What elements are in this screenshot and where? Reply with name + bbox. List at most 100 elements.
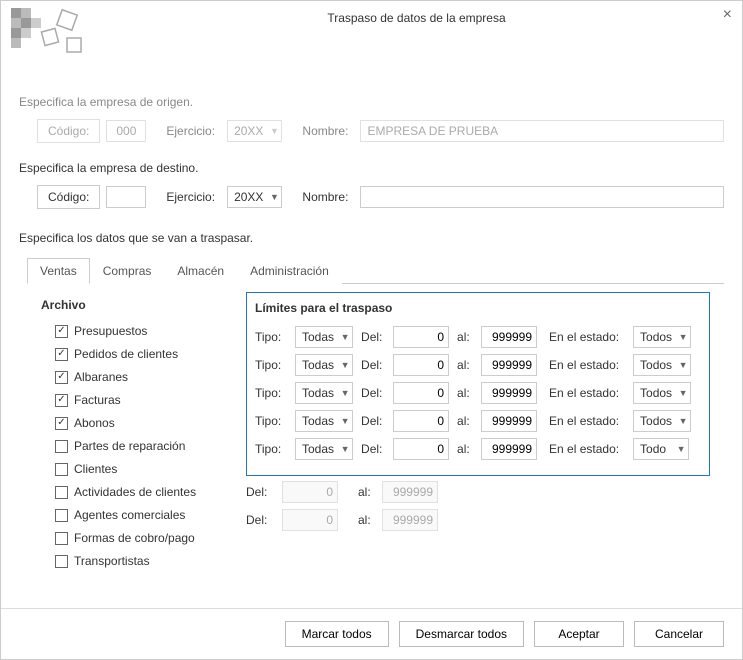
checkbox[interactable] xyxy=(55,463,68,476)
chevron-down-icon: ▼ xyxy=(676,360,690,370)
checkbox[interactable] xyxy=(55,486,68,499)
unmark-all-button[interactable]: Desmarcar todos xyxy=(399,621,524,647)
checkbox[interactable] xyxy=(55,532,68,545)
checkbox[interactable] xyxy=(55,509,68,522)
tab-administracion[interactable]: Administración xyxy=(237,258,342,284)
window-title: Traspaso de datos de la empresa xyxy=(101,11,732,25)
checkbox[interactable] xyxy=(55,325,68,338)
archivo-item: Abonos xyxy=(55,414,246,432)
archivo-item: Partes de reparación xyxy=(55,437,246,455)
dest-code-input[interactable] xyxy=(106,186,146,208)
del-input[interactable] xyxy=(393,410,449,432)
checkbox[interactable] xyxy=(55,371,68,384)
checkbox[interactable] xyxy=(55,348,68,361)
tab-almacen[interactable]: Almacén xyxy=(164,258,237,284)
al-label: al: xyxy=(457,442,475,456)
tab-compras[interactable]: Compras xyxy=(90,258,165,284)
origin-section-label: Especifica la empresa de origen. xyxy=(19,95,724,109)
cancel-button[interactable]: Cancelar xyxy=(634,621,724,647)
estado-label: En el estado: xyxy=(549,358,627,372)
app-logo-icon xyxy=(11,8,101,58)
al-label: al: xyxy=(457,386,475,400)
archivo-item-label: Abonos xyxy=(74,416,115,430)
checkbox[interactable] xyxy=(55,394,68,407)
dest-year-select[interactable]: 20XX ▼ xyxy=(227,186,282,208)
archivo-header: Archivo xyxy=(41,298,246,312)
estado-label: En el estado: xyxy=(549,386,627,400)
al-label: al: xyxy=(457,414,475,428)
del-input[interactable] xyxy=(393,354,449,376)
tabs: Ventas Compras Almacén Administración Ar… xyxy=(27,257,724,595)
estado-select[interactable]: Todos▼ xyxy=(633,326,691,348)
al-input[interactable] xyxy=(481,410,537,432)
accept-button[interactable]: Aceptar xyxy=(534,621,624,647)
mark-all-button[interactable]: Marcar todos xyxy=(285,621,389,647)
origin-year-label: Ejercicio: xyxy=(152,124,221,138)
tipo-select[interactable]: Todas▼ xyxy=(295,354,353,376)
del-label: Del: xyxy=(361,330,387,344)
dest-name-input[interactable] xyxy=(360,186,724,208)
archivo-item-label: Clientes xyxy=(74,462,117,476)
origin-name-input xyxy=(360,120,724,142)
al-input[interactable] xyxy=(481,382,537,404)
tipo-label: Tipo: xyxy=(255,386,289,400)
tipo-select[interactable]: Todas▼ xyxy=(295,326,353,348)
chevron-down-icon: ▼ xyxy=(338,444,352,454)
estado-label: En el estado: xyxy=(549,414,627,428)
origin-code-input xyxy=(106,120,146,142)
archivo-item: Pedidos de clientes xyxy=(55,345,246,363)
archivo-item-label: Albaranes xyxy=(74,370,128,384)
estado-select[interactable]: Todos▼ xyxy=(633,382,691,404)
archivo-item-label: Presupuestos xyxy=(74,324,147,338)
al-input[interactable] xyxy=(481,438,537,460)
estado-label: En el estado: xyxy=(549,442,627,456)
tab-ventas[interactable]: Ventas xyxy=(27,258,90,284)
del-input[interactable] xyxy=(393,438,449,460)
archivo-item-label: Pedidos de clientes xyxy=(74,347,178,361)
limit-row: Tipo:Todas▼Del:al:En el estado:Todos▼ xyxy=(255,409,701,433)
estado-select[interactable]: Todos▼ xyxy=(633,354,691,376)
dest-section-label: Especifica la empresa de destino. xyxy=(19,161,724,175)
tipo-select[interactable]: Todas▼ xyxy=(295,382,353,404)
al-input xyxy=(382,481,438,503)
dest-name-label: Nombre: xyxy=(288,190,354,204)
chevron-down-icon: ▼ xyxy=(338,416,352,426)
checkbox[interactable] xyxy=(55,417,68,430)
chevron-down-icon: ▼ xyxy=(676,416,690,426)
del-label: Del: xyxy=(361,442,387,456)
chevron-down-icon: ▼ xyxy=(338,360,352,370)
del-input xyxy=(282,509,338,531)
tipo-label: Tipo: xyxy=(255,358,289,372)
checkbox[interactable] xyxy=(55,440,68,453)
dest-code-label: Código: xyxy=(37,185,100,209)
archivo-item: Presupuestos xyxy=(55,322,246,340)
archivo-item-label: Transportistas xyxy=(74,554,150,568)
archivo-item: Actividades de clientes xyxy=(55,483,246,501)
limits-highlight-box: Límites para el traspaso Tipo:Todas▼Del:… xyxy=(246,292,710,476)
tipo-select[interactable]: Todas▼ xyxy=(295,438,353,460)
del-label: Del: xyxy=(361,358,387,372)
del-input[interactable] xyxy=(393,326,449,348)
origin-year-select: 20XX ▼ xyxy=(227,120,282,142)
al-input xyxy=(382,509,438,531)
archivo-item: Albaranes xyxy=(55,368,246,386)
dest-year-label: Ejercicio: xyxy=(152,190,221,204)
del-input[interactable] xyxy=(393,382,449,404)
checkbox[interactable] xyxy=(55,555,68,568)
estado-select[interactable]: Todos▼ xyxy=(633,410,691,432)
archivo-item: Agentes comerciales xyxy=(55,506,246,524)
al-input[interactable] xyxy=(481,326,537,348)
tipo-select[interactable]: Todas▼ xyxy=(295,410,353,432)
limit-row: Tipo: Todas▼ Del: al: En el estado: Todos▼ xyxy=(255,353,701,377)
titlebar: Traspaso de datos de la empresa × xyxy=(1,1,742,59)
close-button[interactable]: × xyxy=(723,7,732,23)
estado-select[interactable]: Todo▼ xyxy=(633,438,689,460)
origin-name-label: Nombre: xyxy=(288,124,354,138)
al-label: al: xyxy=(358,485,376,499)
limit-row-simple: Del:al: xyxy=(246,508,710,532)
limit-row: Tipo:Todas▼Del:al:En el estado:Todos▼ xyxy=(255,325,701,349)
al-input[interactable] xyxy=(481,354,537,376)
del-label: Del: xyxy=(246,485,276,499)
al-label: al: xyxy=(457,358,475,372)
archivo-item-label: Formas de cobro/pago xyxy=(74,531,195,545)
